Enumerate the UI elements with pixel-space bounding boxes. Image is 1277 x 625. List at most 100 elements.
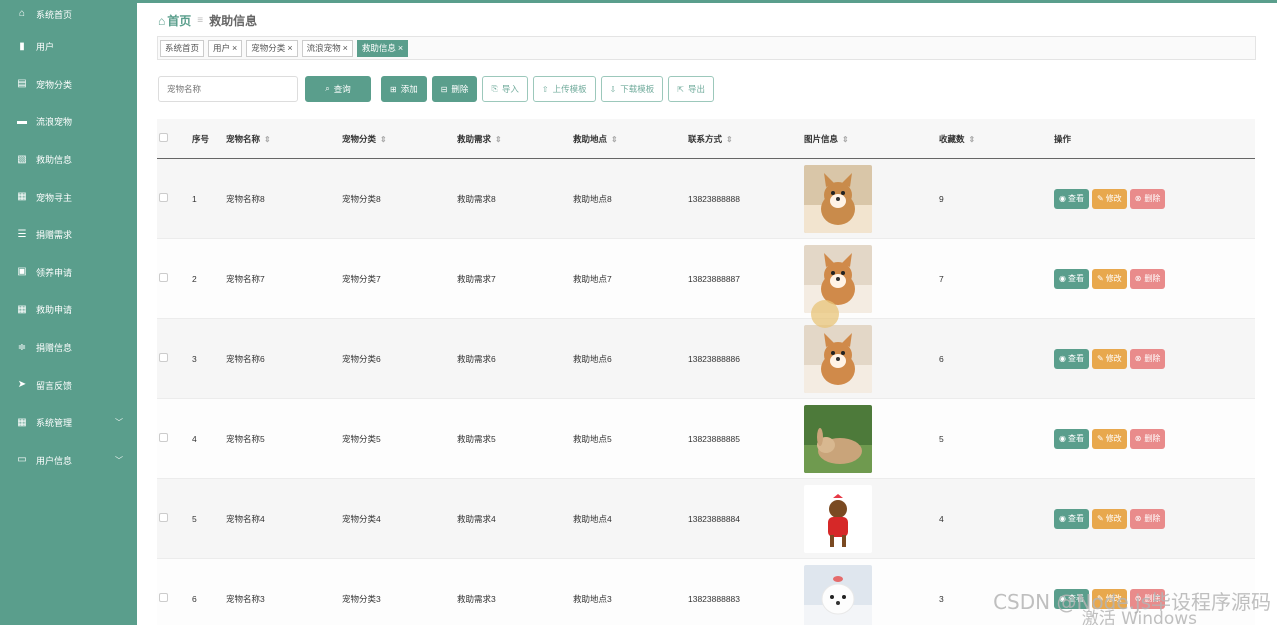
pet-photo[interactable] (804, 164, 872, 233)
sidebar-item[interactable]: ▦ 救助申请 (0, 291, 137, 329)
delete-icon: ⊗ (1134, 514, 1142, 523)
query-button[interactable]: ⌕ 查询 (305, 76, 371, 102)
eye-icon: ◉ (1059, 514, 1066, 523)
upload-template-button[interactable]: ⇧ 上传模板 (532, 76, 596, 102)
cell-category: 宠物分类8 (342, 193, 381, 204)
view-button[interactable]: ◉ 查看 (1054, 508, 1089, 529)
sidebar-item[interactable]: ≑ 捐赠信息 (0, 329, 137, 367)
tab-tag[interactable]: 用户 × (208, 39, 243, 57)
view-button[interactable]: ◉ 查看 (1054, 268, 1089, 289)
export-button[interactable]: ⇱ 导出 (668, 76, 715, 102)
checklist-icon: ▣ (17, 266, 27, 278)
tab-tag[interactable]: 系统首页 (160, 39, 205, 57)
sidebar-item[interactable]: ▣ 领养申请 (0, 254, 137, 292)
header-category[interactable]: 宠物分类 ⇕ (342, 133, 457, 145)
sidebar-item-label: 捐赠需求 (36, 230, 73, 241)
edit-button[interactable]: ✎ 修改 (1091, 348, 1127, 369)
breadcrumb-current: 救助信息 (209, 14, 258, 28)
home-icon: ⌂ (158, 13, 166, 28)
row-checkbox[interactable] (159, 513, 168, 522)
header-need[interactable]: 救助需求 ⇕ (457, 133, 573, 145)
close-icon[interactable]: × (343, 43, 348, 53)
header-favorites[interactable]: 收藏数 ⇕ (939, 133, 1054, 145)
sidebar-item[interactable]: ▭ 用户信息 ﹀ (0, 442, 137, 480)
sidebar-item-label: 救助申请 (36, 305, 73, 316)
cell-category: 宠物分类6 (342, 353, 381, 364)
sort-icon: ⇕ (264, 134, 271, 144)
delete-button[interactable]: ⊗ 删除 (1129, 508, 1166, 529)
cell-favorites: 5 (939, 433, 944, 444)
list-icon: ☰ (17, 228, 27, 240)
sidebar-item[interactable]: ☰ 捐赠需求 (0, 216, 137, 254)
sidebar-item[interactable]: ▬ 流浪宠物 (0, 103, 137, 141)
sidebar-item[interactable]: ▮ 用户 (0, 28, 137, 66)
grid-icon: ▦ (17, 191, 27, 203)
header-image[interactable]: 图片信息 ⇕ (804, 133, 939, 145)
sliders-icon: ≑ (17, 341, 27, 353)
delete-button[interactable]: ⊗ 删除 (1129, 188, 1166, 209)
header-name-label: 宠物名称 (226, 133, 261, 144)
pet-photo[interactable] (804, 564, 872, 625)
row-checkbox[interactable] (159, 353, 168, 362)
chevron-down-icon: ﹀ (115, 418, 123, 428)
delete-icon: ⊟ (440, 84, 448, 94)
row-checkbox[interactable] (159, 433, 168, 442)
tab-tag[interactable]: 救助信息 × (356, 39, 409, 57)
row-checkbox-cell (157, 193, 192, 204)
cell-favorites: 9 (939, 193, 944, 204)
bar-chart-icon: ▮ (19, 40, 25, 52)
delete-button[interactable]: ⊗ 删除 (1129, 428, 1166, 449)
cell-need: 救助需求5 (457, 433, 496, 444)
sidebar-item[interactable]: ▧ 救助信息 (0, 141, 137, 179)
close-icon[interactable]: × (287, 43, 292, 53)
import-button[interactable]: ⎘ 导入 (482, 76, 528, 102)
view-button[interactable]: ◉ 查看 (1054, 428, 1089, 449)
delete-icon: ⊗ (1134, 354, 1142, 363)
view-label: 查看 (1067, 354, 1084, 363)
edit-label: 修改 (1105, 514, 1122, 523)
pet-photo[interactable] (804, 244, 872, 313)
row-checkbox[interactable] (159, 593, 168, 602)
chart-icon: ▧ (17, 153, 27, 165)
delete-button[interactable]: ⊗ 删除 (1129, 348, 1166, 369)
sidebar-item[interactable]: ▤ 宠物分类 (0, 66, 137, 104)
tab-tag[interactable]: 宠物分类 × (246, 39, 298, 57)
header-contact[interactable]: 联系方式 ⇕ (688, 133, 804, 145)
close-icon[interactable]: × (232, 43, 237, 53)
pet-photo[interactable] (804, 324, 872, 393)
delete-label: 删除 (1144, 274, 1161, 283)
cell-location: 救助地点7 (573, 273, 612, 284)
breadcrumb-home[interactable]: ⌂ 首页 (158, 12, 191, 29)
sidebar-item-label: 救助信息 (36, 155, 73, 166)
cell-ops: ◉ 查看 ✎ 修改 ⊗ 删除 (1054, 348, 1254, 369)
edit-button[interactable]: ✎ 修改 (1091, 508, 1127, 529)
edit-button[interactable]: ✎ 修改 (1091, 428, 1127, 449)
row-checkbox[interactable] (159, 193, 168, 202)
edit-button[interactable]: ✎ 修改 (1091, 188, 1127, 209)
row-checkbox[interactable] (159, 273, 168, 282)
search-input[interactable] (158, 76, 298, 102)
header-name[interactable]: 宠物名称 ⇕ (226, 133, 342, 145)
edit-button[interactable]: ✎ 修改 (1091, 268, 1127, 289)
tab-tag[interactable]: 流浪宠物 × (301, 39, 353, 57)
cell-name: 宠物名称6 (226, 353, 265, 364)
view-button[interactable]: ◉ 查看 (1054, 188, 1089, 209)
download-template-button[interactable]: ⇩ 下载模板 (600, 76, 664, 102)
close-icon[interactable]: × (398, 43, 403, 53)
add-button[interactable]: ⊞ 添加 (381, 76, 427, 102)
view-button[interactable]: ◉ 查看 (1054, 348, 1089, 369)
pet-photo[interactable] (804, 404, 872, 473)
header-location[interactable]: 救助地点 ⇕ (573, 133, 688, 145)
batch-delete-button[interactable]: ⊟ 删除 (431, 76, 478, 102)
tab-tag-label: 流浪宠物 (306, 43, 341, 53)
sidebar-item[interactable]: ➤ 留言反馈 (0, 366, 137, 404)
sidebar-item[interactable]: ▦ 宠物寻主 (0, 178, 137, 216)
edit-label: 修改 (1105, 274, 1122, 283)
pet-photo[interactable] (804, 484, 872, 553)
select-all-checkbox[interactable] (159, 133, 168, 142)
delete-button[interactable]: ⊗ 删除 (1129, 268, 1166, 289)
sidebar-item[interactable]: ⌂ 系统首页 (0, 0, 137, 28)
sidebar-item[interactable]: ▦ 系统管理 ﹀ (0, 404, 137, 442)
grid-icon: ▦ (17, 416, 27, 428)
cell-image (804, 324, 939, 393)
